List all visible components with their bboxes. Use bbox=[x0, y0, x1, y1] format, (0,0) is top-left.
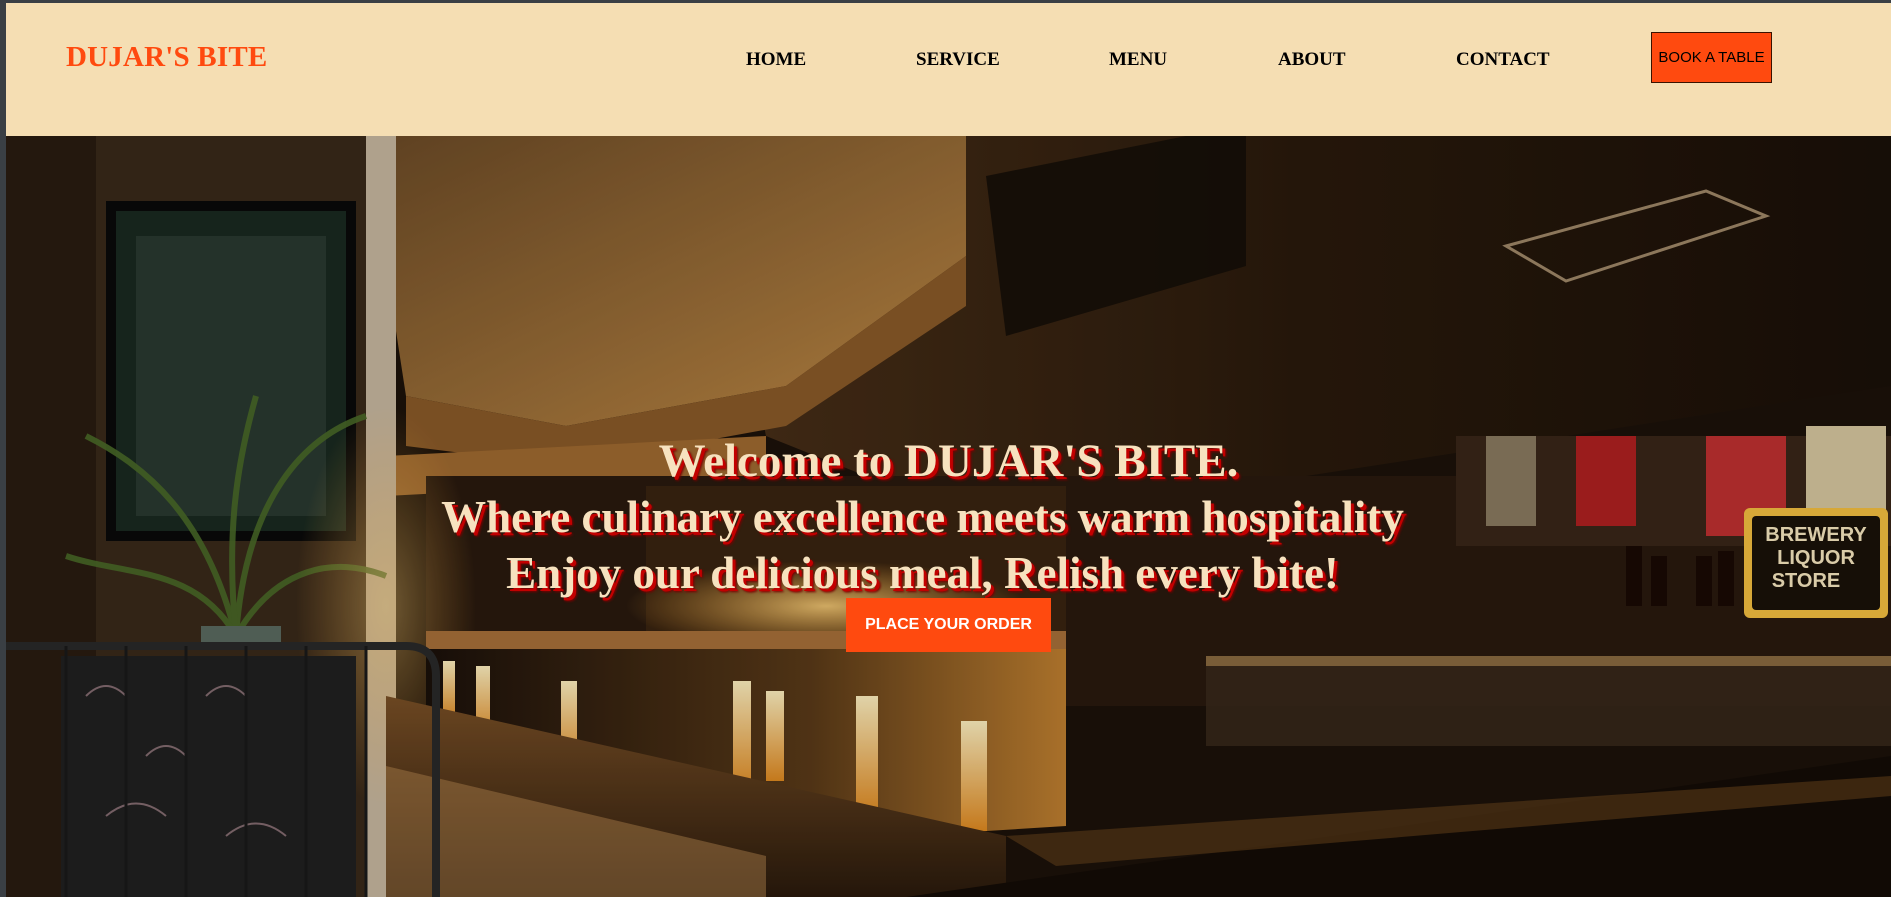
hero-heading-invite: Enjoy our delicious meal, Relish every b… bbox=[506, 548, 1339, 598]
nav-about[interactable]: ABOUT bbox=[1278, 49, 1346, 71]
book-table-button[interactable]: BOOK A TABLE bbox=[1651, 32, 1772, 83]
nav-menu[interactable]: MENU bbox=[1109, 49, 1167, 71]
place-order-button[interactable]: PLACE YOUR ORDER bbox=[846, 598, 1051, 652]
site-header: DUJAR'S BITE HOME SERVICE MENU ABOUT CON… bbox=[6, 3, 1891, 136]
hero-heading-welcome: Welcome to DUJAR'S BITE. bbox=[658, 435, 1239, 487]
nav-contact[interactable]: CONTACT bbox=[1456, 49, 1550, 71]
hero-section: BREWERY LIQUOR STORE Welcome to DUJAR'S … bbox=[6, 136, 1891, 897]
nav-home[interactable]: HOME bbox=[746, 49, 806, 71]
hero-heading-tagline: Where culinary excellence meets warm hos… bbox=[441, 492, 1404, 542]
nav-service[interactable]: SERVICE bbox=[916, 49, 1000, 71]
site-logo[interactable]: DUJAR'S BITE bbox=[66, 41, 267, 74]
page-frame: DUJAR'S BITE HOME SERVICE MENU ABOUT CON… bbox=[6, 3, 1891, 897]
